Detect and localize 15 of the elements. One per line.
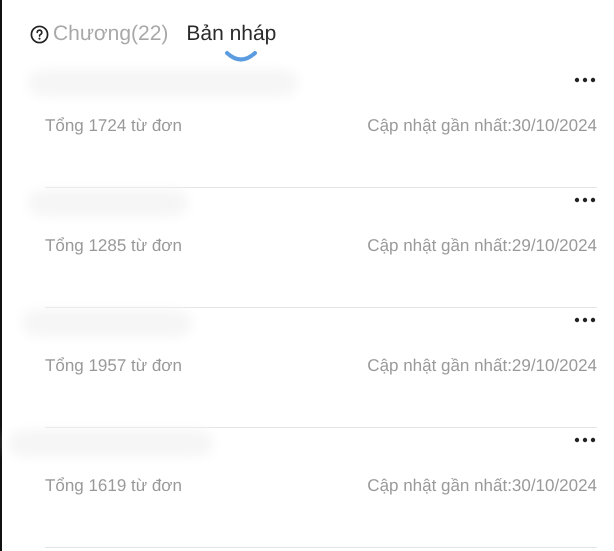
last-updated: Cập nhật gần nhất:29/10/2024: [367, 356, 597, 376]
more-icon[interactable]: [574, 197, 596, 203]
word-count: Tổng 1285 từ đơn: [45, 236, 182, 256]
help-icon[interactable]: [30, 24, 49, 44]
last-updated: Cập nhật gần nhất:29/10/2024: [367, 236, 597, 256]
tab-indicator: [224, 50, 258, 62]
more-icon[interactable]: [574, 77, 596, 83]
tab[interactable]: Bản nháp: [186, 20, 276, 48]
word-count: Tổng 1724 từ đơn: [45, 116, 182, 136]
last-updated: Cập nhật gần nhất:30/10/2024: [367, 116, 597, 136]
word-count: Tổng 1957 từ đơn: [45, 356, 182, 376]
word-count: Tổng 1619 từ đơn: [45, 476, 182, 496]
more-icon[interactable]: [574, 437, 596, 443]
last-updated: Cập nhật gần nhất:30/10/2024: [367, 476, 597, 496]
more-icon[interactable]: [574, 317, 596, 323]
